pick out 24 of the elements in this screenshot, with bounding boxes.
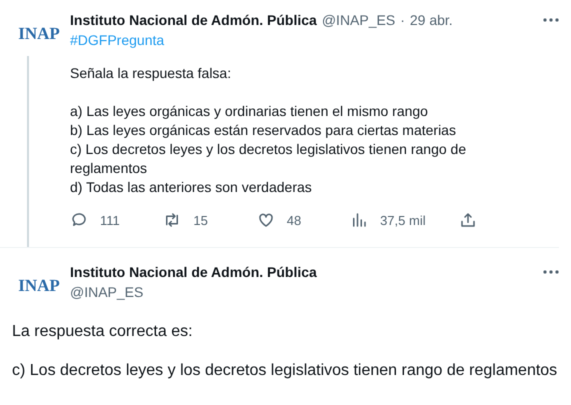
author-handle: @INAP_ES — [322, 11, 396, 30]
avatar-logo[interactable]: INAP — [18, 24, 60, 44]
author-name[interactable]: Instituto Nacional de Admón. Pública — [70, 262, 538, 282]
post-text-line: b) Las leyes orgánicas están reservados para ciertas materias — [70, 121, 457, 140]
author-name[interactable]: Instituto Nacional de Admón. Pública — [70, 10, 317, 30]
post-text-line: a) Las leyes orgánicas y ordinarias tienen el mismo rango — [70, 102, 429, 121]
bar-chart-icon — [350, 211, 368, 229]
action-count: 111 — [100, 212, 120, 228]
comment-icon — [70, 211, 88, 229]
more-icon[interactable] — [543, 17, 559, 23]
heart-icon — [256, 211, 275, 229]
action-count: 48 — [286, 212, 302, 228]
author-handle: @INAP_ES — [70, 283, 144, 302]
reply-text: La respuesta correcta es: — [12, 322, 194, 342]
post-text-line: d) Todas las anteriores son verdaderas — [70, 178, 313, 197]
reply-text: c) Los decretos leyes y los decretos legislativos tienen rango de reglamentos — [12, 361, 558, 381]
action-count: 15 — [193, 212, 208, 228]
post-date[interactable]: 29 abr. — [410, 10, 453, 30]
avatar-logo[interactable]: INAP — [18, 276, 60, 296]
action-count: 37,5 mil — [380, 212, 426, 228]
separator: · — [400, 11, 405, 30]
post-text-line: Señala la respuesta falsa: — [70, 64, 232, 83]
more-icon[interactable] — [543, 269, 559, 275]
share-icon — [458, 211, 477, 229]
